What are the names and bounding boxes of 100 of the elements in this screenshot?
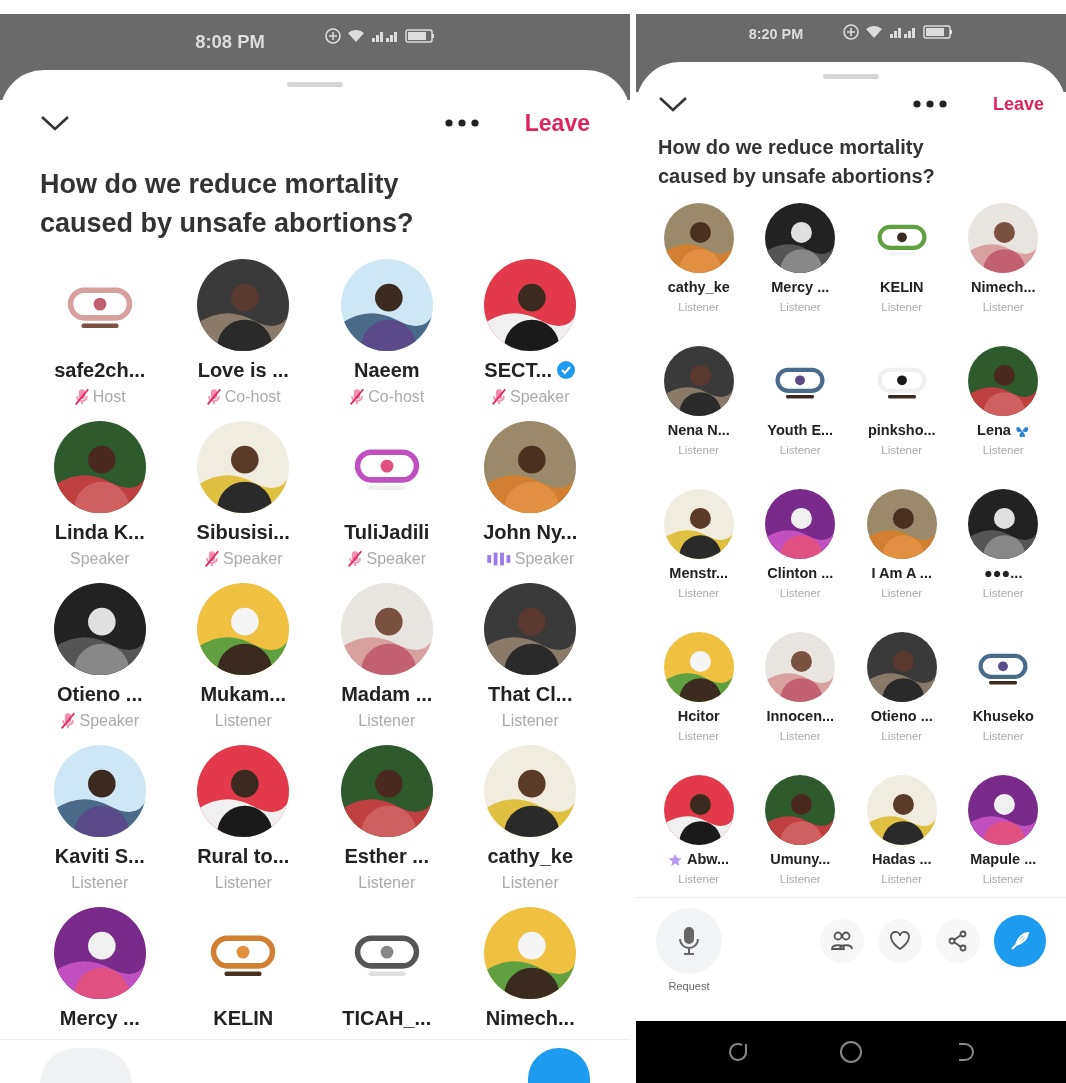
participant-name: Nimech...: [971, 278, 1036, 297]
add-circle-icon: [324, 28, 341, 44]
participant-role: Listener: [881, 585, 923, 601]
compose-button[interactable]: [994, 915, 1046, 967]
wifi-icon: [346, 29, 365, 43]
battery-icon: [404, 29, 435, 43]
participant-name: Madam ...: [341, 682, 433, 708]
participant-role: Listener: [678, 299, 720, 315]
participant-role: Co-host: [224, 387, 281, 408]
space-title: How do we reduce mortality caused by unsafe abortions?: [657, 135, 936, 189]
participant-role: Speaker: [509, 387, 570, 408]
participant-name: Mapule ...: [970, 850, 1037, 869]
participant-name: Innocen...: [766, 707, 835, 726]
space-title: How do we reduce mortality caused by unsafe abortions?: [39, 168, 415, 241]
participant-name: Mercy ...: [59, 1006, 140, 1032]
participant-name: Mukam...: [200, 682, 287, 708]
participant-role: Listener: [779, 728, 821, 744]
participant-role: Listener: [214, 711, 272, 732]
share-button[interactable]: [936, 919, 980, 963]
participant-role: Listener: [501, 711, 559, 732]
participant-name: SECT...: [484, 358, 553, 384]
participant-name: ●●●...: [984, 564, 1023, 583]
participant-role: Listener: [982, 299, 1024, 315]
participant-role: Listener: [881, 299, 923, 315]
participant-name: Clinton ...: [767, 564, 834, 583]
participant-role: Listener: [71, 873, 129, 894]
participant-name: Abw...: [686, 850, 730, 869]
participant-name: Umuny...: [770, 850, 831, 869]
chevron-down-icon[interactable]: [40, 114, 70, 132]
participant-role: Listener: [678, 585, 720, 601]
leave-link[interactable]: Leave: [524, 105, 590, 141]
participant-name: Lena: [977, 421, 1011, 440]
participant-name: Otieno ...: [56, 682, 143, 708]
battery-icon: [923, 25, 954, 39]
participant-name: Love is ...: [197, 358, 289, 384]
participant-name: Menstr...: [669, 564, 729, 583]
participant-role: Listener: [214, 873, 272, 894]
participant-role: Listener: [881, 442, 923, 458]
participant-role: Listener: [982, 728, 1024, 744]
participant-name: Youth E...: [767, 421, 834, 440]
participant-name: Rural to...: [197, 844, 290, 870]
participant-role: Listener: [678, 728, 720, 744]
add-circle-icon: [843, 24, 860, 40]
signal-icon: [370, 29, 399, 43]
participant-role: Co-host: [368, 387, 425, 408]
participant-role: Listener: [501, 873, 559, 894]
participant-name: Hcitor: [677, 707, 720, 726]
participant-name: John Ny...: [483, 520, 578, 546]
participant-name: Otieno ...: [870, 707, 933, 726]
participant-name: Kaviti S...: [54, 844, 145, 870]
wifi-icon: [865, 25, 884, 39]
participant-name: KELIN: [213, 1006, 274, 1032]
drag-handle: [823, 74, 879, 79]
participant-role: Listener: [779, 299, 821, 315]
participant-name: Mercy ...: [771, 278, 830, 297]
compose-button[interactable]: [528, 1048, 590, 1083]
share-icon: [947, 930, 969, 952]
participant-role: Speaker: [69, 549, 130, 570]
participant-name: TuliJadili: [344, 520, 430, 546]
participant-name: That Cl...: [488, 682, 573, 708]
participant-role: Speaker: [79, 711, 140, 732]
participant-role: Listener: [779, 442, 821, 458]
status-time: 8:20 PM: [748, 25, 804, 44]
participant-name: Sibusisi...: [196, 520, 290, 546]
participant-role: Speaker: [222, 549, 283, 570]
request-label: Request: [668, 979, 710, 994]
participant-name: cathy_ke: [667, 278, 730, 297]
participant-name: Esther ...: [344, 844, 429, 870]
participant-role: Listener: [678, 442, 720, 458]
home-icon[interactable]: [839, 1040, 863, 1064]
participant-name: Naeem: [353, 358, 420, 384]
signal-icon: [889, 25, 918, 39]
participant-role: Listener: [982, 442, 1024, 458]
participant-role: Listener: [358, 873, 416, 894]
participant-name: Hadas ...: [871, 850, 932, 869]
status-time: 8:08 PM: [195, 30, 265, 54]
participant-role: Listener: [881, 871, 923, 887]
participant-role: Listener: [678, 871, 720, 887]
participant-name: safe2ch...: [54, 358, 146, 384]
participant-role: Listener: [982, 585, 1024, 601]
chevron-down-icon[interactable]: [658, 95, 688, 113]
participant-name: I Am A ...: [871, 564, 932, 583]
more-icon[interactable]: [912, 100, 947, 108]
participant-role: Listener: [779, 871, 821, 887]
participant-role: Speaker: [366, 549, 427, 570]
participant-name: TICAH_...: [342, 1006, 432, 1032]
participant-role: Host: [92, 387, 126, 408]
people-icon: [831, 930, 853, 952]
participant-name: KELIN: [880, 278, 924, 297]
people-button[interactable]: [820, 919, 864, 963]
participant-role: Listener: [881, 728, 923, 744]
leave-link[interactable]: Leave: [992, 90, 1044, 118]
recents-icon[interactable]: [726, 1041, 749, 1063]
microphone-icon: [678, 926, 700, 956]
participant-name: Linda K...: [54, 520, 145, 546]
heart-button[interactable]: [878, 919, 922, 963]
more-icon[interactable]: [444, 119, 479, 127]
participant-name: Nimech...: [485, 1006, 575, 1032]
participant-role: Listener: [358, 711, 416, 732]
participant-name: pinksho...: [867, 421, 936, 440]
